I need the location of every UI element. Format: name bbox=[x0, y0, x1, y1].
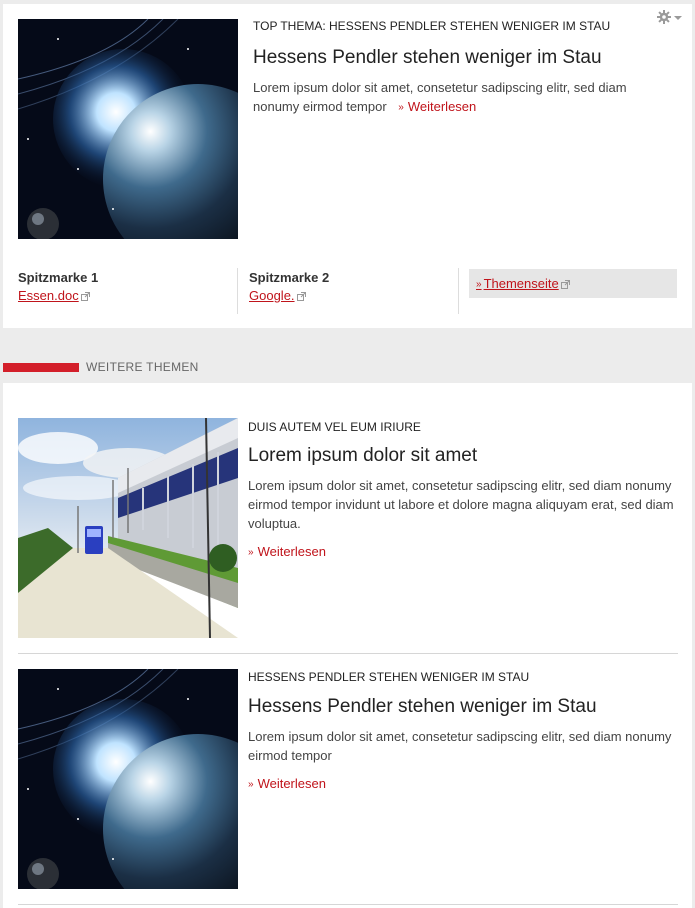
article-1-kicker: DUIS AUTEM VEL EUM IRIURE bbox=[248, 420, 421, 434]
article-2-teaser: Lorem ipsum dolor sit amet, consetetur s… bbox=[248, 729, 672, 763]
double-chevron-icon: » bbox=[248, 547, 254, 558]
article-2-headline[interactable]: Hessens Pendler stehen weniger im Stau bbox=[248, 696, 597, 718]
gear-icon[interactable] bbox=[656, 9, 684, 25]
double-chevron-icon: » bbox=[398, 102, 404, 113]
more-stories-panel: DUIS AUTEM VEL EUM IRIURE Lorem ipsum do… bbox=[3, 383, 692, 908]
top-story-more-link[interactable]: » Weiterlesen bbox=[390, 99, 476, 114]
themenseite-button[interactable]: » Themenseite bbox=[469, 269, 677, 298]
spitzmarke-2-link[interactable]: Google. bbox=[249, 288, 329, 303]
top-story-teaser: Lorem ipsum dolor sit amet, consetetur s… bbox=[253, 78, 673, 118]
article-1-headline[interactable]: Lorem ipsum dolor sit amet bbox=[248, 445, 477, 467]
divider bbox=[458, 268, 459, 314]
top-story-headline[interactable]: Hessens Pendler stehen weniger im Stau bbox=[253, 47, 602, 69]
top-story-kicker: TOP THEMA: HESSENS PENDLER STEHEN WENIGE… bbox=[253, 19, 611, 33]
external-link-icon bbox=[80, 292, 90, 302]
external-link-icon bbox=[296, 292, 306, 302]
spitzmarke-1: Spitzmarke 1 Essen.doc bbox=[18, 270, 98, 314]
more-link-label: Weiterlesen bbox=[407, 99, 477, 114]
article-2-more: » Weiterlesen bbox=[248, 774, 326, 795]
spitzmarke-1-link-text: Essen.doc bbox=[18, 288, 79, 303]
top-story-image[interactable] bbox=[18, 19, 238, 239]
spitzmarke-2-label: Spitzmarke 2 bbox=[249, 270, 330, 285]
article-2-image[interactable] bbox=[18, 669, 238, 889]
themenseite-label: Themenseite bbox=[483, 276, 559, 291]
article-divider bbox=[18, 904, 678, 905]
more-link-label: Weiterlesen bbox=[257, 544, 326, 559]
article-divider bbox=[18, 653, 678, 654]
article-1-more: » Weiterlesen bbox=[248, 542, 326, 563]
spitzmarke-2: Spitzmarke 2 Google. bbox=[249, 270, 329, 314]
article-2-kicker: HESSENS PENDLER STEHEN WENIGER IM STAU bbox=[248, 670, 530, 684]
top-story-card: TOP THEMA: HESSENS PENDLER STEHEN WENIGE… bbox=[3, 4, 692, 328]
double-chevron-icon: » bbox=[248, 779, 254, 790]
article-1-teaser: Lorem ipsum dolor sit amet, consetetur s… bbox=[248, 478, 674, 531]
spitzmarke-1-link[interactable]: Essen.doc bbox=[18, 288, 98, 303]
article-2-more-link[interactable]: » Weiterlesen bbox=[248, 776, 326, 791]
section-accent-bar bbox=[3, 363, 79, 372]
article-1-more-link[interactable]: » Weiterlesen bbox=[248, 544, 326, 559]
spitzmarke-1-label: Spitzmarke 1 bbox=[18, 270, 99, 285]
double-chevron-icon: » bbox=[476, 279, 482, 290]
spitzmarke-2-link-text: Google. bbox=[249, 288, 295, 303]
more-link-label: Weiterlesen bbox=[257, 776, 326, 791]
section-title: WEITERE THEMEN bbox=[86, 360, 199, 374]
article-1-image[interactable] bbox=[18, 418, 238, 638]
external-link-icon bbox=[560, 280, 570, 290]
divider bbox=[237, 268, 238, 314]
